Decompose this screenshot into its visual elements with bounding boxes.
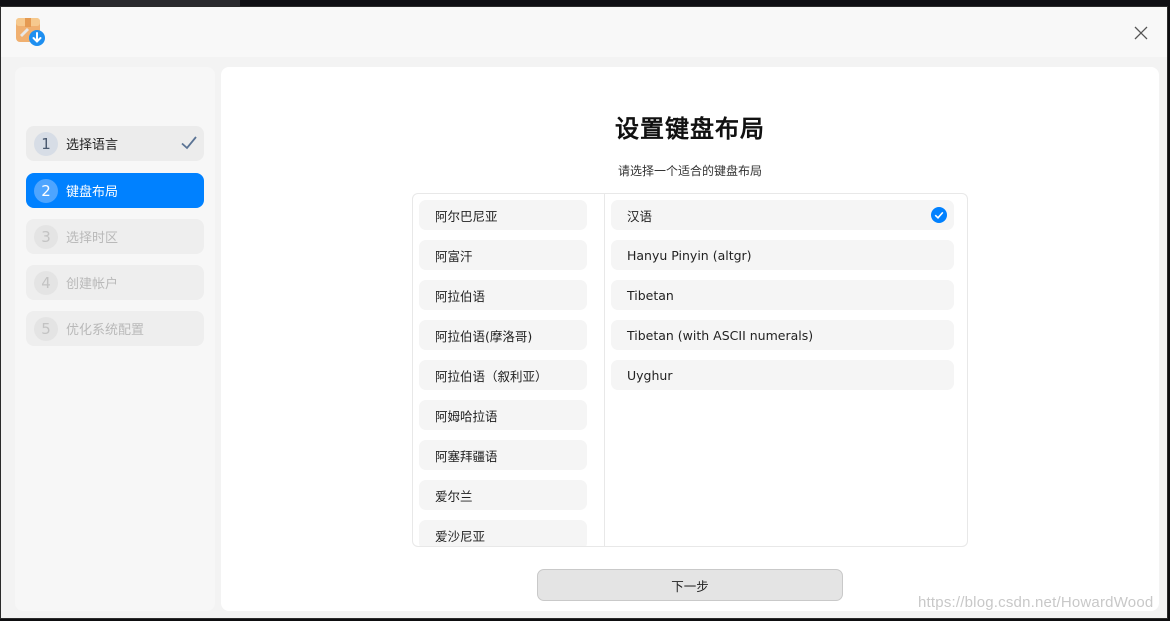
step-create-account: 4 创建帐户 (26, 265, 204, 300)
step-number: 1 (34, 131, 58, 156)
variant-label: 汉语 (627, 208, 653, 224)
step-label: 选择语言 (66, 138, 119, 153)
title-bar (1, 7, 1167, 57)
language-list[interactable]: 阿尔巴尼亚 阿富汗 阿拉伯语 阿拉伯语(摩洛哥) 阿拉伯语（叙利亚） 阿姆哈拉语… (413, 194, 604, 546)
layout-selector-panel: 阿尔巴尼亚 阿富汗 阿拉伯语 阿拉伯语(摩洛哥) 阿拉伯语（叙利亚） 阿姆哈拉语… (412, 193, 968, 547)
step-optimize-system: 5 优化系统配置 (26, 311, 204, 346)
close-icon (1134, 26, 1148, 40)
list-item[interactable]: 阿拉伯语(摩洛哥) (419, 320, 587, 350)
step-label: 键盘布局 (66, 185, 119, 200)
check-circle-icon (931, 207, 947, 226)
step-number: 2 (34, 178, 58, 203)
variant-item[interactable]: Uyghur (611, 360, 954, 390)
variant-item[interactable]: Hanyu Pinyin (altgr) (611, 240, 954, 270)
list-item[interactable]: 阿姆哈拉语 (419, 400, 587, 430)
step-select-language[interactable]: 1 选择语言 (26, 126, 204, 161)
variant-item-selected[interactable]: 汉语 (611, 200, 954, 230)
list-item[interactable]: 阿富汗 (419, 240, 587, 270)
step-number: 5 (34, 316, 58, 341)
watermark: https://blog.csdn.net/HowardWood (918, 594, 1154, 611)
next-button[interactable]: 下一步 (537, 569, 843, 601)
step-keyboard-layout[interactable]: 2 键盘布局 (26, 173, 204, 208)
list-item[interactable]: 阿拉伯语（叙利亚） (419, 360, 587, 390)
list-item[interactable]: 阿尔巴尼亚 (419, 200, 587, 230)
step-number: 3 (34, 224, 58, 249)
step-label: 选择时区 (66, 231, 119, 246)
variant-list[interactable]: 汉语 Hanyu Pinyin (altgr) Tibetan Tibetan … (605, 194, 967, 546)
steps-sidebar: 1 选择语言 2 键盘布局 3 选择时区 4 创建帐户 5 优化系统配置 (15, 67, 215, 611)
installer-window: 1 选择语言 2 键盘布局 3 选择时区 4 创建帐户 5 优化系统配置 设置键… (0, 6, 1168, 619)
list-item[interactable]: 阿塞拜疆语 (419, 440, 587, 470)
close-button[interactable] (1129, 21, 1153, 45)
step-number: 4 (34, 270, 58, 295)
checkmark-icon (180, 134, 198, 156)
variant-item[interactable]: Tibetan (with ASCII numerals) (611, 320, 954, 350)
list-item[interactable]: 爱尔兰 (419, 480, 587, 510)
list-item[interactable]: 爱沙尼亚 (419, 520, 587, 546)
variant-item[interactable]: Tibetan (611, 280, 954, 310)
step-select-timezone: 3 选择时区 (26, 219, 204, 254)
page-title: 设置键盘布局 (615, 115, 765, 143)
main-content: 设置键盘布局 请选择一个适合的键盘布局 阿尔巴尼亚 阿富汗 阿拉伯语 阿拉伯语(… (221, 67, 1159, 611)
installer-app-icon (15, 17, 47, 49)
step-label: 创建帐户 (66, 277, 119, 292)
list-item[interactable]: 阿拉伯语 (419, 280, 587, 310)
page-subtitle: 请选择一个适合的键盘布局 (617, 164, 762, 178)
step-label: 优化系统配置 (66, 323, 145, 338)
